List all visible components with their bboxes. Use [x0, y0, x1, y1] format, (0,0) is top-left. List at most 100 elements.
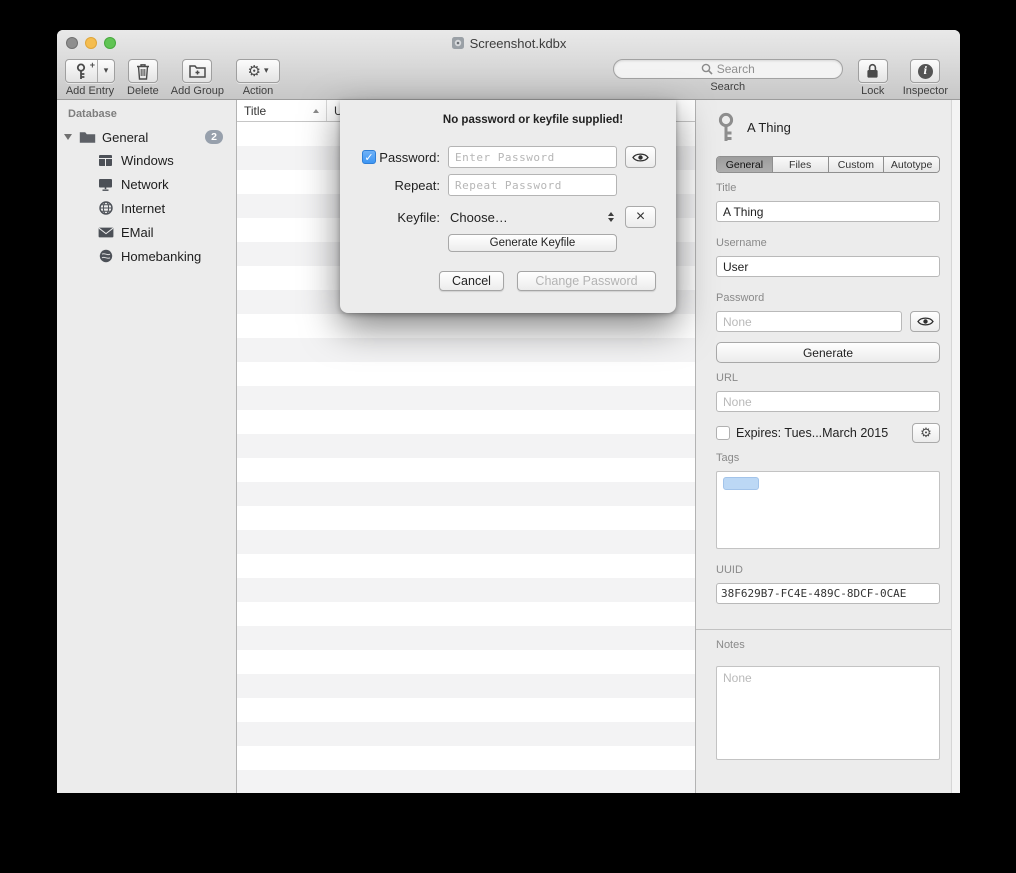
sidebar-section-header: Database: [68, 108, 236, 120]
globe-icon: [97, 201, 114, 215]
tag-token[interactable]: [723, 477, 759, 490]
generate-password-button[interactable]: Generate: [716, 342, 940, 363]
tab-custom[interactable]: Custom: [829, 157, 885, 172]
reveal-password-button[interactable]: [625, 146, 656, 168]
coin-icon: [97, 249, 114, 263]
search-input[interactable]: Search: [613, 59, 843, 79]
inspector-label: Inspector: [903, 85, 948, 97]
inspector-button[interactable]: i: [910, 59, 940, 83]
trash-icon: [136, 63, 150, 80]
sidebar-item-label: Internet: [121, 201, 165, 216]
clear-keyfile-button[interactable]: ×: [625, 206, 656, 228]
gear-icon: ⚙: [248, 64, 261, 79]
sidebar-group-label: General: [102, 130, 148, 145]
tags-label: Tags: [716, 452, 940, 464]
window-title: Screenshot.kdbx: [470, 36, 567, 51]
action-button[interactable]: ⚙ ▾: [236, 59, 280, 83]
inspector-tabs: General Files Custom Autotype: [716, 156, 940, 173]
expires-settings-button[interactable]: ⚙: [912, 423, 940, 443]
title-label: Title: [716, 182, 940, 194]
column-header-title[interactable]: Title: [237, 100, 327, 121]
chevron-down-icon: ▾: [264, 67, 269, 76]
inspector-panel: A Thing General Files Custom Autotype Ti…: [695, 100, 960, 793]
inspector-header: A Thing: [716, 110, 940, 144]
lock-button[interactable]: [858, 59, 888, 83]
password-label: Password: [716, 292, 940, 304]
delete-label: Delete: [127, 85, 159, 97]
minimize-button[interactable]: [85, 37, 97, 49]
folder-icon: [79, 131, 96, 144]
repeat-password-input[interactable]: [448, 174, 617, 196]
sidebar-item-homebanking[interactable]: Homebanking: [57, 244, 236, 268]
notes-label: Notes: [716, 639, 940, 651]
url-field[interactable]: [716, 391, 940, 412]
dialog-message: No password or keyfile supplied!: [390, 114, 676, 126]
tab-files[interactable]: Files: [773, 157, 829, 172]
tab-general[interactable]: General: [717, 157, 773, 172]
change-password-button[interactable]: Change Password: [517, 271, 656, 291]
titlebar[interactable]: Screenshot.kdbx: [57, 30, 960, 56]
keyfile-popup[interactable]: Choose…: [450, 206, 617, 228]
lock-icon: [866, 63, 879, 79]
reveal-password-button[interactable]: [910, 311, 940, 332]
sidebar-item-label: Windows: [121, 153, 174, 168]
zoom-button[interactable]: [104, 37, 116, 49]
stepper-icon: [605, 212, 617, 222]
add-entry-button[interactable]: + ▾: [65, 59, 115, 83]
add-group-label: Add Group: [171, 85, 224, 97]
url-label: URL: [716, 372, 940, 384]
expires-row: Expires: Tues...March 2015 ⚙: [716, 423, 940, 443]
add-entry-dropdown[interactable]: ▾: [98, 60, 114, 82]
sidebar-group-general[interactable]: General 2: [57, 126, 236, 148]
cancel-button[interactable]: Cancel: [439, 271, 504, 291]
sidebar-item-internet[interactable]: Internet: [57, 196, 236, 220]
delete-button[interactable]: [128, 59, 158, 83]
password-input[interactable]: [448, 146, 617, 168]
tab-autotype[interactable]: Autotype: [884, 157, 939, 172]
expires-checkbox[interactable]: [716, 426, 730, 440]
search-label: Search: [710, 81, 745, 93]
disclosure-triangle-icon[interactable]: [64, 134, 72, 140]
add-group-button[interactable]: [182, 59, 212, 83]
sidebar-item-label: Homebanking: [121, 249, 201, 264]
lock-label: Lock: [861, 85, 884, 97]
entry-title: A Thing: [747, 120, 791, 135]
password-field[interactable]: [716, 311, 902, 332]
search-icon: [701, 63, 713, 75]
inspector-scrollbar[interactable]: [951, 100, 960, 793]
dialog-repeat-label: Repeat:: [340, 178, 440, 193]
add-entry-main: +: [66, 60, 98, 82]
windows-icon: [97, 154, 114, 167]
action-label: Action: [243, 85, 274, 97]
envelope-icon: [97, 227, 114, 238]
generate-keyfile-button[interactable]: Generate Keyfile: [448, 234, 617, 252]
close-button[interactable]: [66, 37, 78, 49]
folder-plus-icon: [189, 64, 206, 78]
toolbar: + ▾ Add Entry: [57, 56, 960, 100]
network-icon: [97, 178, 114, 191]
key-icon: [716, 112, 736, 142]
gear-icon: ⚙: [920, 427, 932, 440]
expires-label: Expires: Tues...March 2015: [736, 426, 888, 440]
sidebar-item-label: Network: [121, 177, 169, 192]
desktop-background: Screenshot.kdbx + ▾: [0, 0, 1016, 873]
sidebar-item-label: EMail: [121, 225, 154, 240]
notes-field[interactable]: [716, 666, 940, 760]
sidebar-item-windows[interactable]: Windows: [57, 148, 236, 172]
add-entry-label: Add Entry: [66, 85, 114, 97]
sidebar-item-email[interactable]: EMail: [57, 220, 236, 244]
section-divider: [696, 629, 960, 630]
dialog-password-label: Password:: [340, 150, 440, 165]
sort-ascending-icon: [313, 109, 319, 113]
title-field[interactable]: [716, 201, 940, 222]
clear-icon: ×: [636, 209, 645, 225]
eye-icon: [632, 152, 649, 163]
sidebar-item-network[interactable]: Network: [57, 172, 236, 196]
plus-icon: +: [90, 61, 95, 70]
uuid-field[interactable]: [716, 583, 940, 604]
username-field[interactable]: [716, 256, 940, 277]
tags-field[interactable]: [716, 471, 940, 549]
username-label: Username: [716, 237, 940, 249]
dialog-keyfile-label: Keyfile:: [340, 210, 440, 225]
info-icon: i: [918, 64, 933, 79]
